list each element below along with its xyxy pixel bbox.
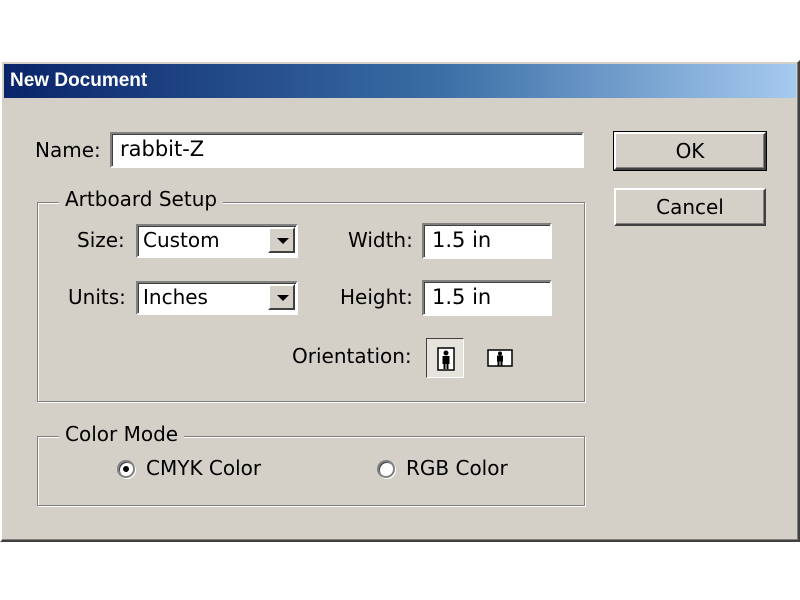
rgb-color-radio[interactable] xyxy=(377,460,395,478)
chevron-down-icon[interactable] xyxy=(268,284,295,310)
height-input[interactable]: 1.5 in xyxy=(422,280,552,316)
name-input[interactable]: rabbit-Z xyxy=(110,132,584,168)
chevron-down-icon[interactable] xyxy=(268,227,295,253)
rgb-color-label[interactable]: RGB Color xyxy=(406,456,508,480)
color-mode-legend: Color Mode xyxy=(59,422,185,446)
name-label: Name: xyxy=(35,138,101,162)
orientation-label: Orientation: xyxy=(292,344,412,368)
units-label: Units: xyxy=(68,285,126,309)
width-label: Width: xyxy=(348,228,413,252)
artboard-setup-legend: Artboard Setup xyxy=(59,187,224,211)
size-dropdown-value: Custom xyxy=(143,228,220,252)
landscape-icon xyxy=(487,349,513,367)
units-dropdown[interactable]: Inches xyxy=(136,281,298,315)
cmyk-color-label[interactable]: CMYK Color xyxy=(146,456,261,480)
size-dropdown[interactable]: Custom xyxy=(136,224,298,258)
height-label: Height: xyxy=(340,285,413,309)
landscape-orientation-button[interactable] xyxy=(482,340,518,376)
ok-button[interactable]: OK xyxy=(613,131,767,171)
new-document-dialog: New Document Name: rabbit-Z OK Cancel Ar… xyxy=(0,60,800,542)
portrait-orientation-button[interactable] xyxy=(426,338,464,378)
cancel-button[interactable]: Cancel xyxy=(614,188,766,226)
units-dropdown-value: Inches xyxy=(143,285,208,309)
cmyk-color-radio[interactable] xyxy=(117,460,135,478)
dialog-title: New Document xyxy=(4,64,796,98)
size-label: Size: xyxy=(77,228,125,252)
width-input[interactable]: 1.5 in xyxy=(422,223,552,259)
portrait-icon xyxy=(437,347,455,371)
